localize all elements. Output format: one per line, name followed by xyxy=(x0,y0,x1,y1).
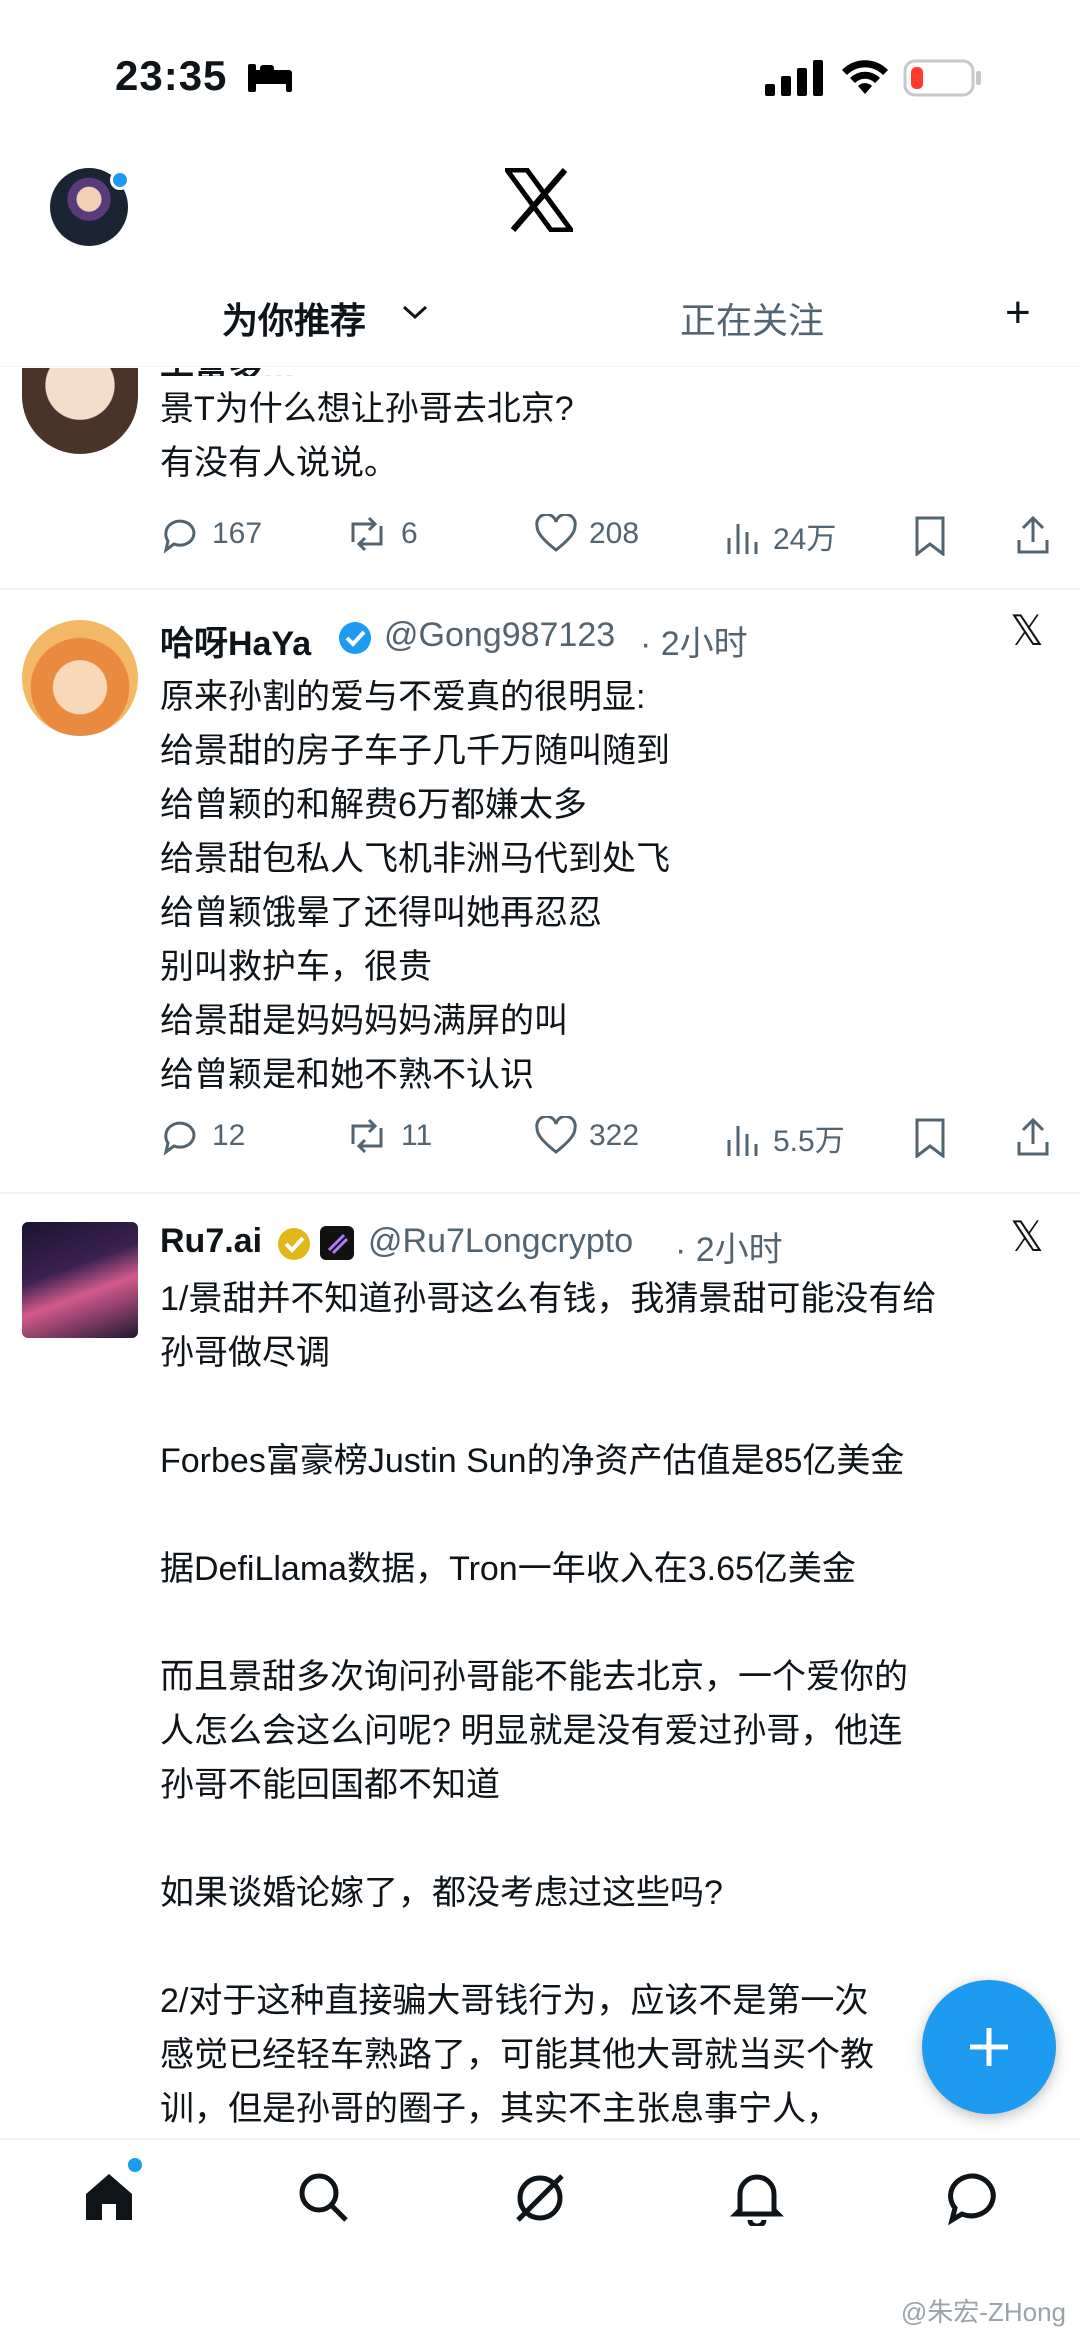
x-brand-icon: 𝕏 xyxy=(1010,607,1044,654)
battery-low-icon xyxy=(903,59,981,97)
sleep-focus-icon xyxy=(248,64,292,92)
reply-icon xyxy=(163,1121,196,1156)
wifi-icon xyxy=(842,60,888,94)
post-2-handle[interactable]: @Gong987123 xyxy=(384,616,615,655)
views-button[interactable]: 24万 xyxy=(725,514,836,558)
like-count: 208 xyxy=(589,517,640,550)
compose-post-button[interactable] xyxy=(922,1980,1056,2114)
home-icon[interactable] xyxy=(82,2170,136,2224)
repost-count: 11 xyxy=(401,1119,433,1152)
post-2-avatar[interactable] xyxy=(22,620,138,736)
post-divider xyxy=(0,1192,1080,1194)
post-3-avatar[interactable] xyxy=(22,1222,138,1338)
post-3-handle[interactable]: @Ru7Longcrypto xyxy=(368,1222,633,1261)
affiliate-logo-icon xyxy=(320,1226,354,1260)
verified-badge-icon xyxy=(339,622,371,654)
view-count: 24万 xyxy=(773,523,837,556)
post-2-timestamp: · 2小时 xyxy=(640,625,748,663)
post-2-author-name[interactable]: 哈呀HaYa xyxy=(160,616,311,665)
post-3-author-name[interactable]: Ru7.ai xyxy=(160,1222,262,1261)
post-3-text: 1/景甜并不知道孙哥这么有钱，我猜景甜可能没有给 孙哥做尽调 Forbes富豪榜… xyxy=(160,1280,937,2128)
watermark: @朱宏-ZHong xyxy=(900,2297,1066,2327)
reply-button[interactable]: 12 xyxy=(160,1116,245,1156)
like-button[interactable]: 208 xyxy=(535,514,639,554)
grok-icon[interactable] xyxy=(512,2170,568,2226)
views-chart-icon xyxy=(727,524,758,554)
verified-gold-badge-icon xyxy=(278,1228,310,1260)
share-icon[interactable] xyxy=(1015,514,1051,556)
bookmark-icon[interactable] xyxy=(913,1118,947,1158)
post-1-text: 景T为什么想让孙哥去北京? 有没有人说说。 xyxy=(160,390,574,482)
like-count: 322 xyxy=(589,1119,640,1152)
repost-icon xyxy=(351,1118,383,1154)
repost-icon xyxy=(351,516,383,552)
reply-count: 167 xyxy=(212,517,263,550)
add-tab-button[interactable]: + xyxy=(1005,288,1031,338)
post-3-timestamp: · 2小时 xyxy=(675,1231,783,1269)
header-divider xyxy=(0,366,1080,367)
bookmark-icon[interactable] xyxy=(913,516,947,556)
views-button[interactable]: 5.5万 xyxy=(725,1116,845,1160)
like-button[interactable]: 322 xyxy=(535,1116,639,1156)
chevron-down-icon[interactable] xyxy=(400,302,430,322)
plus-icon xyxy=(970,2028,1008,2066)
heart-icon xyxy=(535,1116,577,1154)
heart-icon xyxy=(535,514,577,552)
share-icon[interactable] xyxy=(1015,1116,1051,1158)
post-1-avatar[interactable] xyxy=(22,368,138,454)
post-2-text: 原来孙割的爱与不爱真的很明显: 给景甜的房子车子几千万随叫随到 给曾颖的和解费6… xyxy=(160,678,670,1094)
tab-following[interactable]: 正在关注 xyxy=(680,292,824,344)
views-chart-icon xyxy=(727,1126,758,1156)
x-logo-icon[interactable] xyxy=(505,168,573,232)
notification-dot xyxy=(110,170,130,190)
reply-count: 12 xyxy=(212,1119,246,1152)
search-icon[interactable] xyxy=(296,2170,350,2224)
view-count: 5.5万 xyxy=(773,1125,845,1158)
repost-button[interactable]: 11 xyxy=(345,1116,432,1156)
repost-button[interactable]: 6 xyxy=(345,514,418,554)
reply-button[interactable]: 167 xyxy=(160,514,262,554)
post-1-header-clipped: 丰富多… xyxy=(0,368,1080,376)
cellular-signal-icon xyxy=(765,60,823,96)
notifications-bell-icon[interactable] xyxy=(730,2170,784,2226)
repost-count: 6 xyxy=(401,517,418,550)
post-divider xyxy=(0,588,1080,590)
reply-icon xyxy=(163,519,196,554)
status-time: 23:35 xyxy=(115,52,228,99)
x-brand-icon: 𝕏 xyxy=(1010,1213,1044,1260)
tab-for-you[interactable]: 为你推荐 xyxy=(222,292,366,344)
messages-icon[interactable] xyxy=(946,2170,1002,2226)
